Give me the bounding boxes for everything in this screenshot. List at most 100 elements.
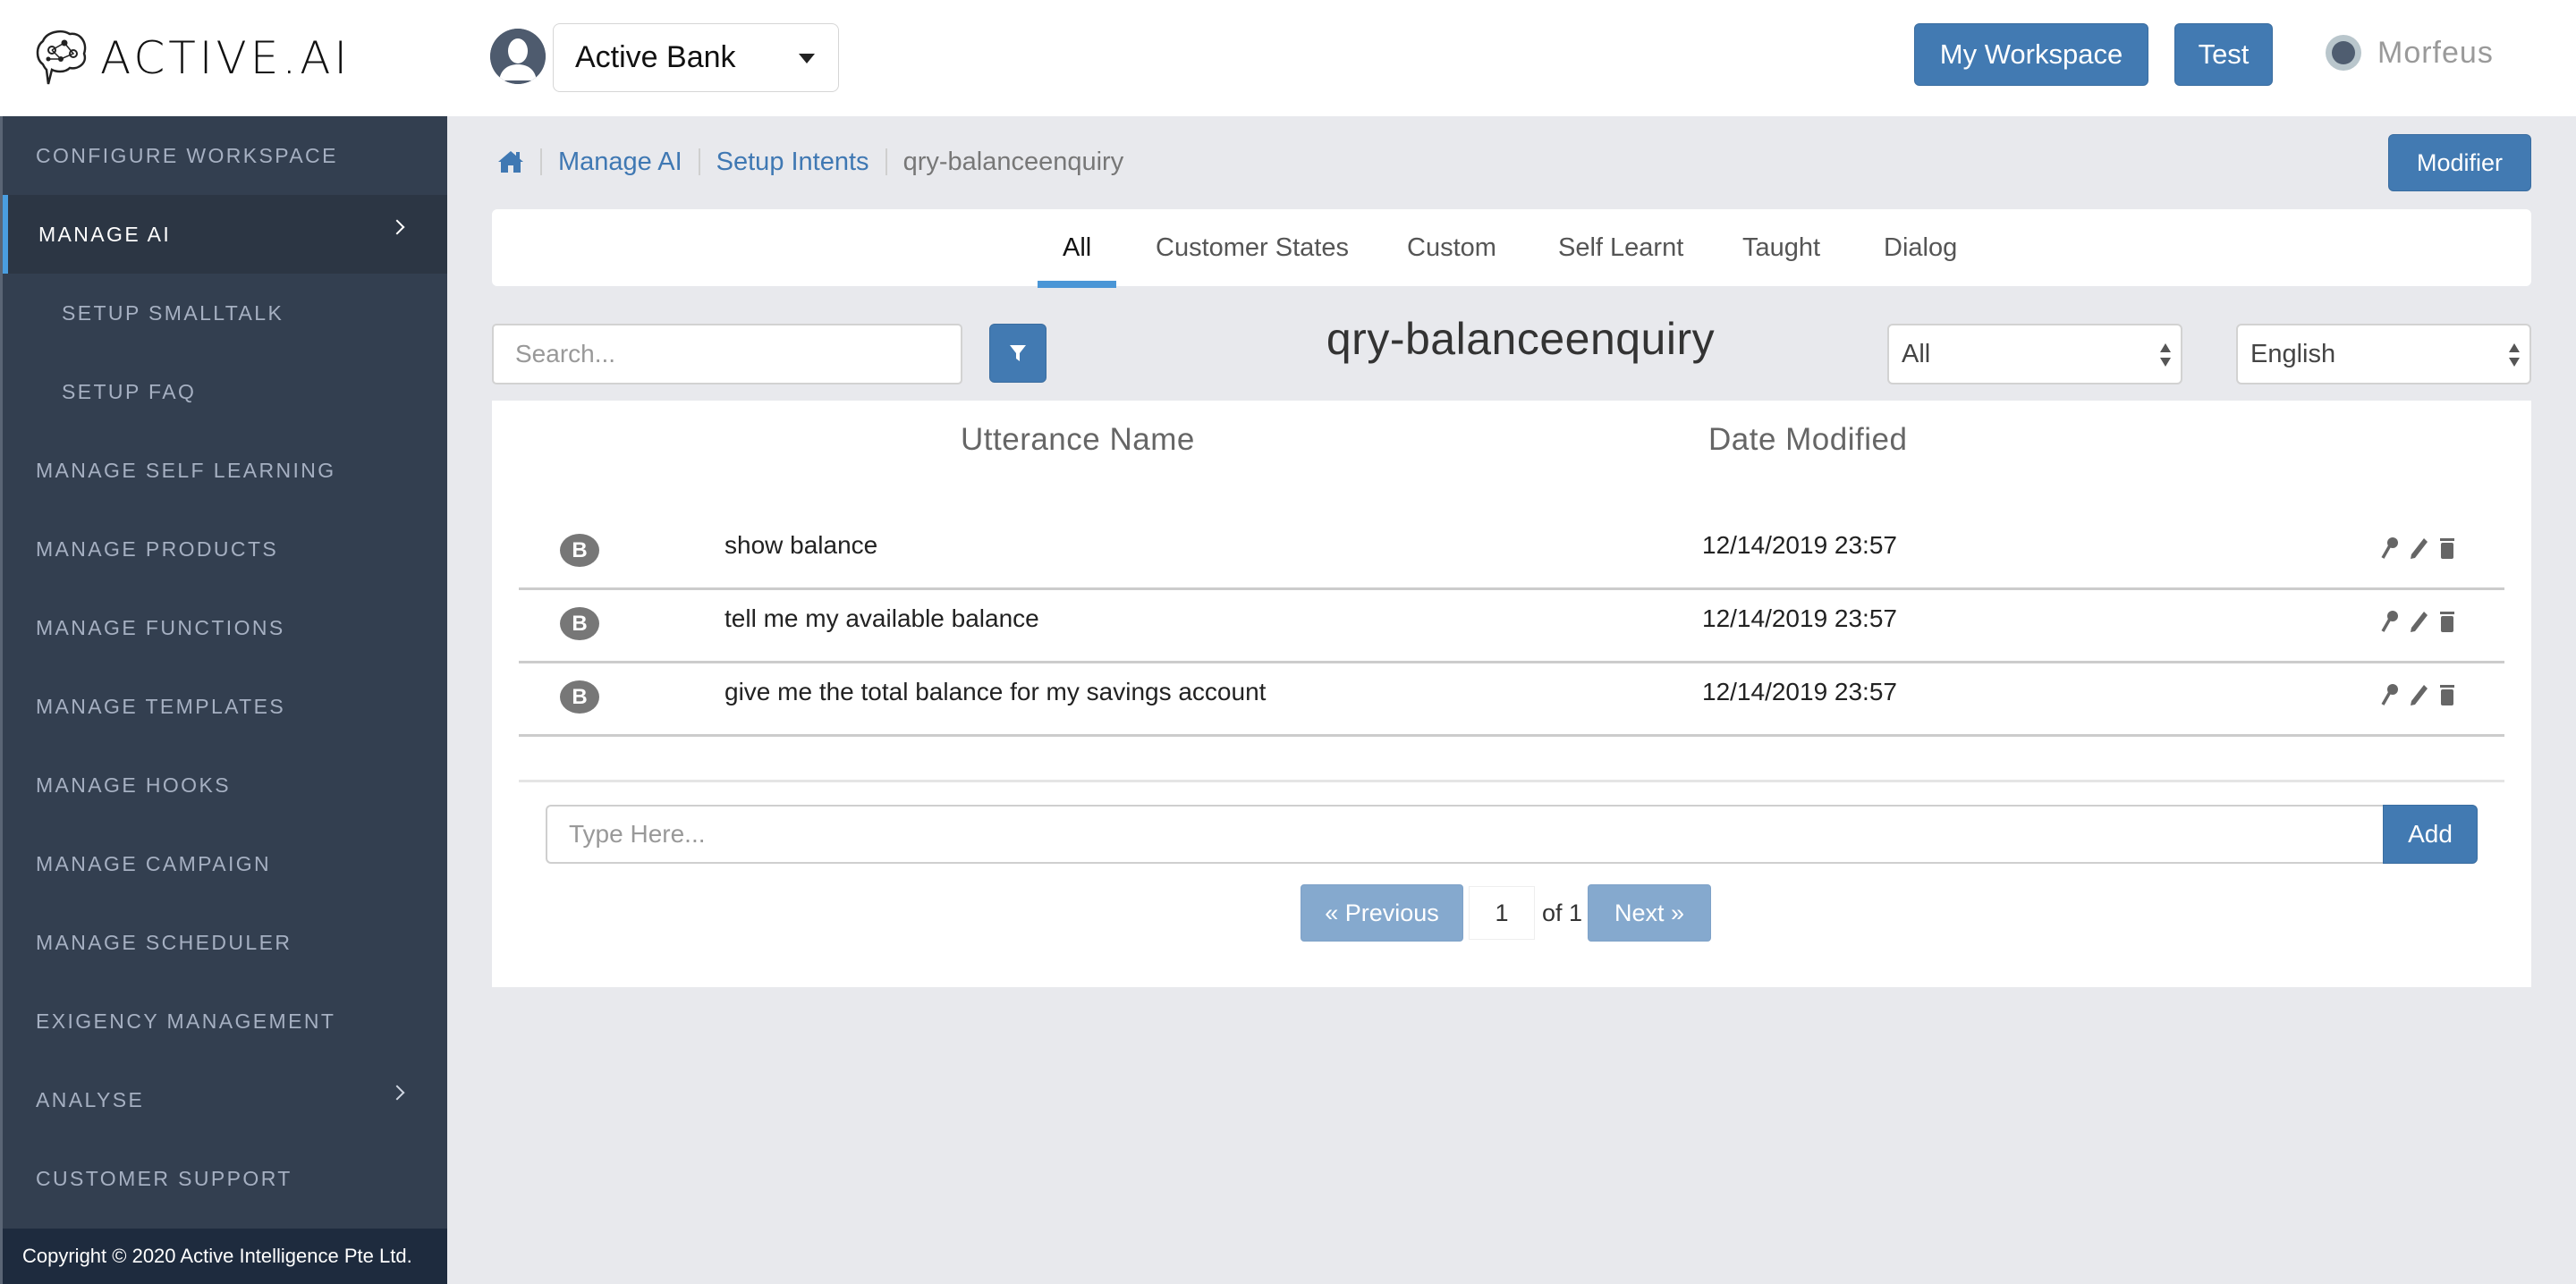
utterance-badge: B	[560, 607, 599, 640]
sidebar-item-label: MANAGE HOOKS	[36, 773, 231, 797]
sidebar-item-exigency-management[interactable]: EXIGENCY MANAGEMENT	[3, 982, 447, 1060]
sidebar-item-analyse[interactable]: ANALYSE	[3, 1060, 447, 1139]
pagination: « Previous 1 of 1 Next »	[1301, 883, 1712, 942]
sidebar-item-manage-templates[interactable]: MANAGE TEMPLATES	[3, 667, 447, 746]
filter-icon	[1010, 345, 1026, 361]
language-value: English	[2250, 339, 2336, 368]
test-button[interactable]: Test	[2174, 23, 2273, 86]
edit-pencil-icon[interactable]	[2408, 608, 2429, 635]
top-header: ACTIVE.AI Active Bank My Workspace Test …	[0, 0, 2576, 116]
intent-title: qry-balanceenquiry	[1326, 314, 1716, 364]
sidebar-item-label: ANALYSE	[36, 1087, 145, 1111]
key-icon[interactable]	[2379, 608, 2401, 635]
sidebar-item-label: MANAGE SELF LEARNING	[36, 458, 336, 482]
sidebar-item-manage-ai[interactable]: MANAGE AI	[3, 195, 447, 274]
copyright-footer: Copyright © 2020 Active Intelligence Pte…	[3, 1229, 447, 1284]
select-arrows-icon	[2509, 343, 2520, 367]
sidebar-item-label: CUSTOMER SUPPORT	[36, 1166, 292, 1190]
sidebar-item-label: SETUP SMALLTALK	[62, 300, 284, 325]
sidebar-item-label: MANAGE SCHEDULER	[36, 930, 292, 954]
tab-all[interactable]: All	[1037, 209, 1117, 288]
sidebar: CONFIGURE WORKSPACE MANAGE AI SETUP SMAL…	[0, 116, 447, 1284]
sidebar-item-label: EXIGENCY MANAGEMENT	[36, 1009, 336, 1033]
breadcrumb-setup-intents[interactable]: Setup Intents	[716, 148, 869, 177]
home-icon[interactable]	[497, 148, 524, 175]
date-modified: 12/14/2019 23:57	[1702, 604, 1897, 632]
trash-icon[interactable]	[2436, 535, 2458, 562]
utterance-badge: B	[560, 680, 599, 714]
sidebar-item-label: MANAGE CAMPAIGN	[36, 851, 272, 875]
current-page-input[interactable]: 1	[1469, 886, 1535, 940]
edit-pencil-icon[interactable]	[2408, 681, 2429, 708]
sidebar-item-configure-workspace[interactable]: CONFIGURE WORKSPACE	[3, 116, 447, 195]
sidebar-item-manage-functions[interactable]: MANAGE FUNCTIONS	[3, 588, 447, 667]
user-menu[interactable]: Morfeus	[2326, 30, 2494, 75]
add-utterance-button[interactable]: Add	[2383, 805, 2478, 864]
breadcrumb-separator	[885, 148, 887, 175]
tab-self-learnt[interactable]: Self Learnt	[1558, 209, 1683, 286]
sidebar-item-manage-campaign[interactable]: MANAGE CAMPAIGN	[3, 824, 447, 903]
divider	[519, 780, 2504, 782]
tab-customer-states[interactable]: Customer States	[1156, 209, 1349, 286]
add-utterance-input[interactable]	[546, 805, 2385, 864]
breadcrumb-separator	[698, 148, 700, 175]
page-count: of 1	[1542, 899, 1583, 926]
language-select[interactable]: English	[2236, 324, 2531, 384]
date-modified: 12/14/2019 23:57	[1702, 678, 1897, 705]
next-page-button[interactable]: Next »	[1588, 884, 1712, 942]
breadcrumb: Manage AI Setup Intents qry-balanceenqui…	[497, 143, 1123, 181]
breadcrumb-separator	[540, 148, 542, 175]
sidebar-item-setup-smalltalk[interactable]: SETUP SMALLTALK	[3, 274, 447, 352]
brain-icon	[36, 30, 87, 85]
table-row: B give me the total balance for my savin…	[519, 663, 2504, 737]
search-input[interactable]	[492, 324, 962, 384]
table-row: B tell me my available balance 12/14/201…	[519, 590, 2504, 663]
key-icon[interactable]	[2379, 681, 2401, 708]
bank-avatar	[490, 29, 546, 84]
trash-icon[interactable]	[2436, 681, 2458, 708]
edit-pencil-icon[interactable]	[2408, 535, 2429, 562]
sidebar-item-label: MANAGE FUNCTIONS	[36, 615, 285, 639]
column-header-date: Date Modified	[1708, 422, 1908, 457]
sidebar-item-manage-hooks[interactable]: MANAGE HOOKS	[3, 746, 447, 824]
utterance-badge: B	[560, 534, 599, 567]
date-modified: 12/14/2019 23:57	[1702, 531, 1897, 559]
caret-down-icon	[799, 54, 815, 63]
type-filter-value: All	[1902, 339, 1931, 368]
bank-name: Active Bank	[575, 40, 736, 74]
my-workspace-button[interactable]: My Workspace	[1914, 23, 2148, 86]
row-actions	[2379, 608, 2458, 635]
sidebar-item-label: MANAGE TEMPLATES	[36, 694, 286, 718]
tab-custom[interactable]: Custom	[1407, 209, 1496, 286]
sidebar-item-label: CONFIGURE WORKSPACE	[36, 143, 338, 167]
trash-icon[interactable]	[2436, 608, 2458, 635]
modifier-button[interactable]: Modifier	[2388, 134, 2531, 191]
sidebar-item-setup-faq[interactable]: SETUP FAQ	[3, 352, 447, 431]
utterance-text[interactable]: give me the total balance for my savings…	[724, 678, 1266, 706]
user-name: Morfeus	[2377, 35, 2494, 70]
filter-button[interactable]	[989, 324, 1046, 383]
sidebar-item-label: MANAGE AI	[38, 222, 172, 246]
chevron-right-icon	[389, 1085, 405, 1101]
bank-selector[interactable]: Active Bank	[553, 23, 839, 92]
intent-tabs: All Customer States Custom Self Learnt T…	[492, 209, 2531, 288]
sidebar-item-manage-products[interactable]: MANAGE PRODUCTS	[3, 510, 447, 588]
user-avatar-icon	[2326, 35, 2361, 71]
utterance-text[interactable]: show balance	[724, 531, 877, 560]
sidebar-item-manage-scheduler[interactable]: MANAGE SCHEDULER	[3, 903, 447, 982]
sidebar-item-manage-self-learning[interactable]: MANAGE SELF LEARNING	[3, 431, 447, 510]
logo-text: ACTIVE.AI	[100, 32, 352, 84]
utterance-table: Utterance Name Date Modified B show bala…	[492, 401, 2531, 987]
chevron-right-icon	[389, 219, 405, 235]
user-silhouette-icon	[490, 29, 546, 84]
sidebar-item-label: MANAGE PRODUCTS	[36, 536, 279, 561]
tab-dialog[interactable]: Dialog	[1884, 209, 1957, 286]
utterance-text[interactable]: tell me my available balance	[724, 604, 1039, 633]
sidebar-item-customer-support[interactable]: CUSTOMER SUPPORT	[3, 1139, 447, 1218]
tab-taught[interactable]: Taught	[1742, 209, 1820, 286]
type-filter-select[interactable]: All	[1887, 324, 2182, 384]
breadcrumb-manage-ai[interactable]: Manage AI	[558, 148, 682, 177]
logo[interactable]: ACTIVE.AI	[34, 29, 351, 88]
key-icon[interactable]	[2379, 535, 2401, 562]
previous-page-button[interactable]: « Previous	[1301, 884, 1463, 942]
